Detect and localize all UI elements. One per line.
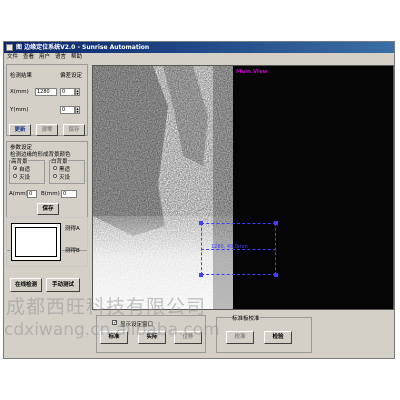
manual-test-button[interactable]: 手动测试: [46, 278, 80, 292]
y-offset-stepper[interactable]: ▴ ▾: [75, 106, 80, 114]
left-black-radio[interactable]: [13, 174, 17, 178]
menu-user[interactable]: 用户: [39, 53, 50, 62]
b-field[interactable]: 0: [61, 190, 77, 198]
inspect-button[interactable]: 检验: [264, 331, 292, 344]
clear-button[interactable]: 清零: [36, 124, 58, 136]
roi-handle-br[interactable]: [274, 273, 278, 277]
diagram-a-label: 测得A: [65, 226, 80, 232]
menu-language[interactable]: 语言: [55, 53, 66, 62]
std-cal-label: 标准板校准: [232, 314, 260, 322]
b-label: B(mm): [41, 191, 60, 197]
x-label: X(mm): [10, 89, 29, 95]
right-auto-label: 黑适: [59, 167, 71, 173]
watermark-url: cdxiwang.cn.alibaba.com: [4, 320, 220, 340]
app-icon: [6, 44, 13, 51]
left-black-label: 灭设: [19, 175, 31, 181]
menu-bar: 文件 查看 用户 语言 帮助: [4, 53, 394, 62]
offset-label: 偏差设定: [60, 73, 83, 79]
a-label: A(mm): [9, 191, 28, 197]
y-offset-field[interactable]: 0: [60, 106, 75, 114]
main-view[interactable]: Main View 1280, 40.0mm: [92, 65, 394, 310]
right-black-label: 灭设: [59, 175, 71, 181]
update-button[interactable]: 更新: [9, 124, 31, 136]
x-offset-stepper[interactable]: ▴ ▾: [75, 88, 80, 96]
diagram-b-label: 测得B: [65, 248, 80, 254]
menu-view[interactable]: 查看: [23, 53, 34, 62]
right-bg-label: 白背景: [51, 157, 68, 165]
left-bg-label: 高背景: [11, 157, 28, 165]
watermark-cn: 成都西旺科技有限公司: [6, 296, 207, 318]
roi-handle-tr[interactable]: [274, 221, 278, 225]
left-panel: 检测结果 偏差设定 X(mm) 1280 0 ▴ ▾ Y(mm) 0 ▴ ▾ 更新 …: [5, 63, 89, 318]
title-bar[interactable]: 图 边缘定位系统V2.0 - Sunrise Automation: [4, 42, 394, 53]
x-value-field[interactable]: 1280: [35, 88, 57, 96]
left-auto-radio[interactable]: [13, 166, 17, 170]
right-black-radio[interactable]: [53, 174, 57, 178]
edge-diagram-inner: [15, 227, 57, 257]
roi-readout: 1280, 40.0mm: [211, 244, 248, 250]
window-title: 图 边缘定位系统V2.0 - Sunrise Automation: [16, 44, 150, 51]
roi-handle-bl[interactable]: [199, 273, 203, 277]
main-view-label: Main View: [236, 69, 268, 75]
right-auto-radio[interactable]: [53, 166, 57, 170]
menu-file[interactable]: 文件: [7, 53, 18, 62]
roi-handle-tl[interactable]: [199, 221, 203, 225]
menu-help[interactable]: 帮助: [71, 53, 82, 62]
save-disabled-button[interactable]: 保存: [63, 124, 85, 136]
y-label: Y(mm): [10, 107, 29, 113]
a-field[interactable]: 0: [27, 190, 37, 198]
x-offset-field[interactable]: 0: [60, 88, 75, 96]
params-save-button[interactable]: 保存: [37, 203, 59, 215]
left-auto-label: 自适: [19, 167, 31, 173]
results-label: 检测结果: [10, 73, 33, 79]
online-detect-button[interactable]: 在线检测: [10, 278, 42, 292]
std-cal-button[interactable]: 校准: [226, 331, 254, 344]
